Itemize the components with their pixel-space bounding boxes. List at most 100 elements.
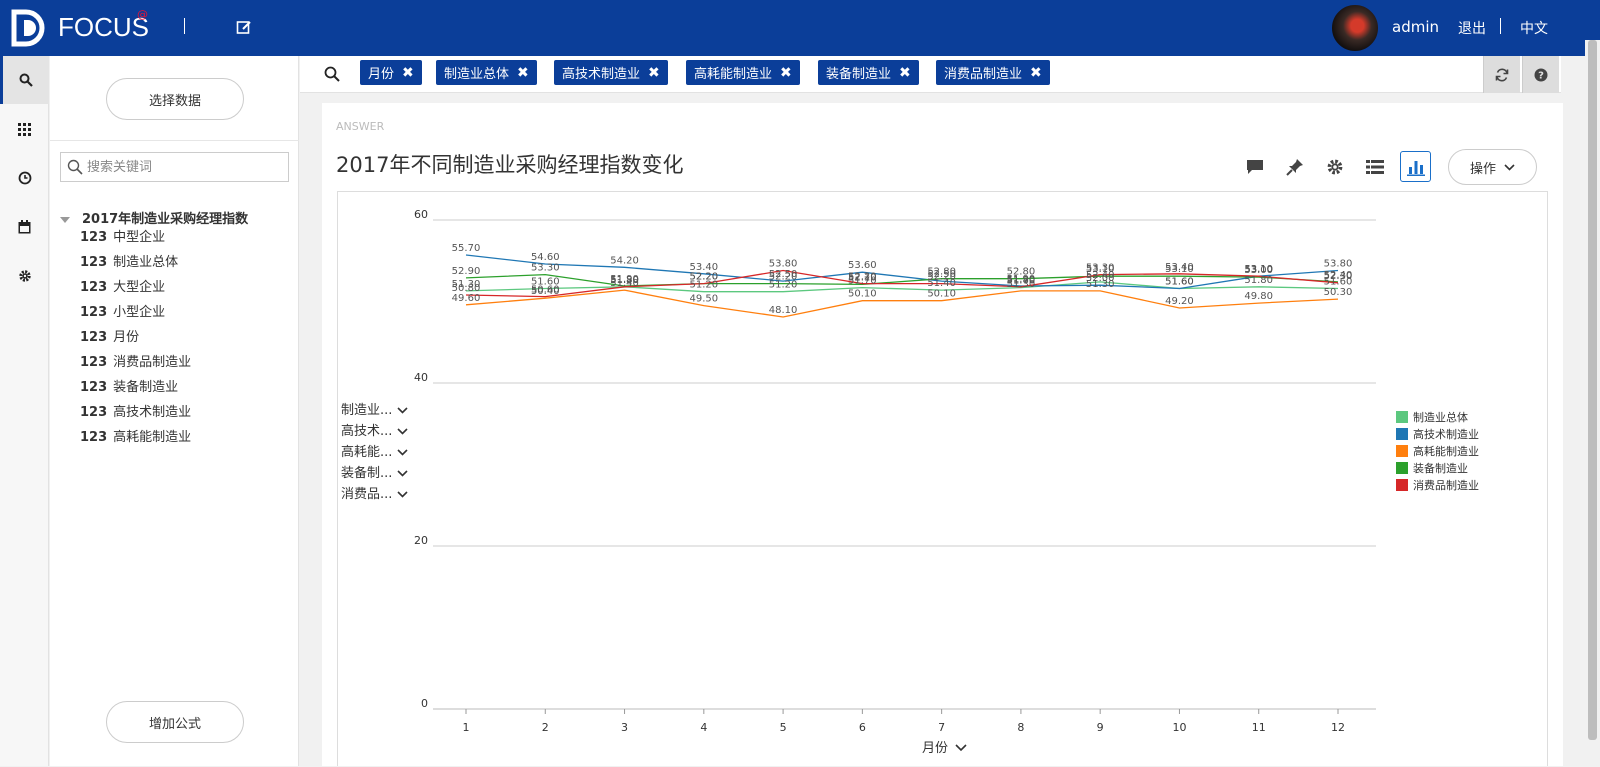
data-label: 54.60 (531, 252, 560, 263)
pin-icon (1286, 159, 1303, 176)
field-name: 制造业总体 (113, 255, 179, 270)
filter-chip[interactable]: 高技术制造业 ✖ (554, 60, 668, 85)
help-button[interactable]: ? (1522, 56, 1559, 93)
scrollbar-thumb[interactable] (1588, 40, 1597, 740)
filter-chip[interactable]: 装备制造业 ✖ (818, 60, 919, 85)
legend-swatch (1396, 445, 1408, 457)
divider (50, 140, 299, 141)
field-item[interactable]: 123 高耗能制造业 (80, 426, 191, 445)
chevron-down-icon (396, 470, 408, 477)
field-type: 123 (80, 255, 108, 270)
chart-settings-button[interactable] (1324, 156, 1346, 178)
close-icon[interactable]: ✖ (517, 65, 529, 81)
y-tick-label: 20 (414, 534, 428, 547)
data-label: 54.20 (610, 255, 639, 266)
chevron-down-icon (396, 449, 408, 456)
clock-icon (18, 171, 31, 185)
operations-dropdown[interactable]: 操作 (1448, 149, 1537, 185)
search-nav-button[interactable] (0, 56, 49, 104)
y-tick-label: 40 (414, 371, 428, 384)
field-name: 小型企业 (113, 305, 166, 320)
history-nav-button[interactable] (0, 154, 49, 202)
y-field-label: 高技术... (341, 424, 393, 439)
apps-nav-button[interactable] (0, 105, 49, 153)
chart-area: 0 20 40 60 1 2 3 4 5 6 7 8 9 10 11 12 月份 51.30 51.60 51.80 5… (337, 191, 1548, 766)
y-tick-label: 0 (421, 697, 428, 710)
data-label: 53.10 (1244, 264, 1273, 275)
grid-icon (18, 122, 31, 136)
field-item[interactable]: 123 小型企业 (80, 301, 165, 320)
data-label: 53.40 (1165, 262, 1194, 273)
field-item[interactable]: 123 消费品制造业 (80, 351, 191, 370)
y-field-selector[interactable]: 制造业... (341, 399, 408, 418)
refresh-button[interactable] (1483, 56, 1520, 93)
filter-chip[interactable]: 高耗能制造业 ✖ (686, 60, 800, 85)
close-icon[interactable]: ✖ (1030, 65, 1042, 81)
table-view-button[interactable] (1364, 156, 1386, 178)
y-field-selector[interactable]: 高耗能... (341, 441, 408, 460)
field-item[interactable]: 123 装备制造业 (80, 376, 178, 395)
legend-swatch (1396, 428, 1408, 440)
comment-button[interactable] (1244, 156, 1266, 178)
data-label: 52.20 (848, 272, 877, 283)
field-item[interactable]: 123 高技术制造业 (80, 401, 191, 420)
add-formula-button[interactable]: 增加公式 (106, 701, 244, 743)
focus-logo-icon[interactable] (10, 8, 48, 48)
y-field-selector[interactable]: 装备制... (341, 462, 408, 481)
filter-chip[interactable]: 制造业总体 ✖ (436, 60, 537, 85)
divider (184, 18, 185, 34)
chart-view-button[interactable] (1400, 151, 1431, 182)
line-chart[interactable]: 02040601 2 3 4 5 6 7 8 9 10 11 12月份51.30 51.60 51.80 5… (338, 192, 1547, 767)
select-data-button[interactable]: 选择数据 (106, 78, 244, 120)
close-icon[interactable]: ✖ (899, 65, 911, 81)
filter-chip-label: 高耗能制造业 (694, 67, 773, 82)
edit-icon[interactable] (236, 19, 252, 35)
data-label: 52.30 (1324, 271, 1353, 282)
comment-icon (1247, 160, 1263, 174)
refresh-icon (1495, 68, 1509, 81)
svg-text:?: ? (1538, 70, 1544, 81)
field-item[interactable]: 123 制造业总体 (80, 251, 178, 270)
calendar-icon (18, 220, 31, 234)
top-bar: FOCUS @ admin 退出 中文 (0, 0, 1600, 56)
field-item[interactable]: 123 大型企业 (80, 276, 165, 295)
y-field-selector[interactable]: 高技术... (341, 420, 408, 439)
calendar-nav-button[interactable] (0, 203, 49, 251)
data-label: 53.30 (531, 263, 560, 274)
legend-label: 消费品制造业 (1413, 478, 1479, 492)
page-scrollbar[interactable] (1585, 40, 1600, 766)
filter-chip[interactable]: 月份 ✖ (360, 60, 422, 85)
field-item[interactable]: 123 月份 (80, 326, 139, 345)
list-icon (1366, 160, 1384, 174)
close-icon[interactable]: ✖ (648, 65, 660, 81)
field-name: 中型企业 (113, 230, 166, 245)
close-icon[interactable]: ✖ (402, 65, 414, 81)
x-tick-label: 8 (1017, 721, 1024, 734)
keyword-search[interactable] (60, 152, 289, 182)
pin-button[interactable] (1284, 156, 1306, 178)
keyword-search-input[interactable] (87, 157, 283, 177)
caret-down-icon[interactable] (60, 216, 70, 223)
field-item[interactable]: 123 中型企业 (80, 226, 165, 245)
field-name: 高耗能制造业 (113, 430, 192, 445)
language-link[interactable]: 中文 (1520, 18, 1548, 38)
user-name[interactable]: admin (1392, 18, 1439, 36)
settings-nav-button[interactable] (0, 252, 49, 300)
filter-chip-label: 月份 (368, 67, 395, 82)
search-icon[interactable] (324, 66, 340, 82)
x-tick-label: 11 (1252, 721, 1266, 734)
logout-link[interactable]: 退出 (1458, 18, 1486, 38)
x-tick-label: 9 (1097, 721, 1104, 734)
avatar[interactable] (1330, 3, 1380, 53)
tree-title-label: 2017年制造业采购经理指数 (82, 212, 249, 227)
field-type: 123 (80, 230, 108, 245)
y-field-selector[interactable]: 消费品... (341, 483, 408, 502)
field-name: 消费品制造业 (113, 355, 192, 370)
tree-title[interactable]: 2017年制造业采购经理指数 (60, 208, 248, 227)
legend-label: 制造业总体 (1413, 410, 1468, 424)
data-label: 52.90 (452, 266, 481, 277)
data-label: 51.80 (1244, 275, 1273, 286)
close-icon[interactable]: ✖ (780, 65, 792, 81)
filter-chip-label: 高技术制造业 (562, 67, 641, 82)
filter-chip[interactable]: 消费品制造业 ✖ (936, 60, 1050, 85)
